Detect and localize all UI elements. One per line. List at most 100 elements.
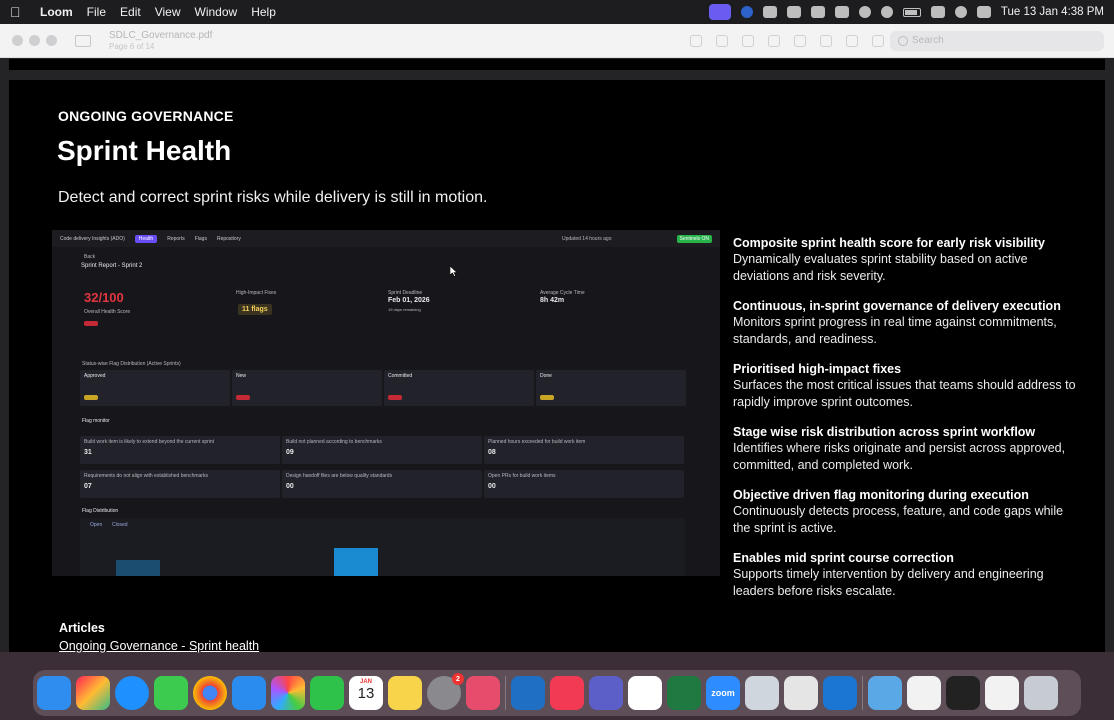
system-settings-icon[interactable]: 2 (427, 673, 464, 710)
section-eyebrow: ONGOING GOVERNANCE (58, 108, 234, 124)
zoom-in-icon[interactable] (742, 35, 754, 47)
menu-edit[interactable]: Edit (120, 5, 141, 19)
screenshot-column-done (536, 370, 686, 406)
menu-view[interactable]: View (155, 5, 181, 19)
pdf-page: ONGOING GOVERNANCE Sprint Health Detect … (9, 80, 1105, 653)
screenshot-monitor-label: Planned hours exceeded for build work it… (488, 439, 586, 445)
zoom-out-icon[interactable] (716, 35, 728, 47)
screenshot-nav-flags: Flags (194, 235, 207, 242)
feature-title: Continuous, in-sprint governance of deli… (733, 299, 1061, 313)
search-input[interactable]: Search (890, 31, 1104, 51)
minimized-window-thumbnail[interactable] (907, 676, 941, 710)
feature-item: Continuous, in-sprint governance of deli… (733, 298, 1083, 348)
spotlight-search-icon[interactable] (954, 6, 967, 18)
document-title-block: SDLC_Governance.pdf Page 6 of 14 (109, 30, 212, 52)
notes-icon[interactable] (388, 676, 422, 710)
feature-title: Composite sprint health score for early … (733, 236, 1045, 250)
close-window-button[interactable] (12, 35, 23, 46)
zoom-app-icon[interactable]: zoom (706, 676, 740, 710)
display-status-icon[interactable] (834, 6, 849, 18)
battery-icon[interactable] (902, 7, 921, 17)
menu-file[interactable]: File (87, 5, 106, 19)
screenshot-cycle-label: Average Cycle Time (540, 290, 585, 296)
wifi-icon[interactable] (930, 6, 945, 18)
minimize-window-button[interactable] (29, 35, 40, 46)
trash-icon[interactable] (1024, 676, 1058, 710)
music-icon[interactable] (550, 676, 584, 710)
zoom-window-button[interactable] (46, 35, 57, 46)
excel-icon[interactable] (667, 676, 701, 710)
menu-clock[interactable]: Tue 13 Jan 4:38 PM (1001, 6, 1104, 18)
safari-icon[interactable] (115, 676, 149, 710)
screenshot-committed-badge (388, 395, 402, 400)
iphone-mirroring-icon[interactable] (466, 676, 500, 710)
loom-status-icon[interactable] (708, 4, 731, 20)
screenshot-score-label: Overall Health Score (84, 309, 131, 315)
sidebar-toggle-icon[interactable] (75, 34, 91, 47)
viewer-toolbar (690, 35, 884, 47)
slack-icon[interactable] (628, 676, 662, 710)
feature-list: Composite sprint health score for early … (733, 235, 1083, 613)
launchpad-icon[interactable] (76, 676, 110, 710)
feature-body: Supports timely intervention by delivery… (733, 567, 1044, 598)
screenshot-status-pill: Sentinels ON (676, 234, 712, 243)
mail-icon[interactable] (232, 676, 266, 710)
screenshot-deadline-sub: 19 days remaining (388, 307, 421, 312)
grammarly-status-icon[interactable] (762, 6, 777, 18)
pdf-viewer-window: SDLC_Governance.pdf Page 6 of 14 Search … (0, 24, 1114, 653)
messages-icon[interactable] (154, 676, 188, 710)
screenshot-app-title: Code delivery Insights (ADO) (60, 235, 125, 242)
viewer-titlebar: SDLC_Governance.pdf Page 6 of 14 Search (0, 24, 1114, 58)
minimized-window-thumbnail[interactable] (985, 676, 1019, 710)
finder-icon[interactable] (37, 676, 71, 710)
control-center-icon[interactable] (976, 6, 991, 18)
article-link[interactable]: Ongoing Governance - Sprint health (59, 639, 259, 653)
feature-body: Identifies where risks originate and per… (733, 441, 1066, 472)
focus-moon-icon[interactable] (858, 6, 871, 18)
photos-icon[interactable] (271, 676, 305, 710)
screenshot-column-approved-label: Approved (84, 373, 106, 379)
screenshot-chart-bar (334, 548, 378, 576)
screenshot-new-badge (236, 395, 250, 400)
screenshot-monitor-label: Open PRs for build work items (488, 473, 556, 479)
record-status-icon[interactable] (740, 6, 753, 18)
screenshot-monitor-value: 08 (488, 449, 496, 456)
info-icon[interactable] (690, 35, 702, 47)
screenshot-flag-distribution-label: Flag Distribution (82, 508, 119, 514)
play-status-icon[interactable] (880, 6, 893, 18)
document-title[interactable]: SDLC_Governance.pdf (109, 30, 212, 41)
screenshot-column-committed-label: Committed (388, 373, 413, 379)
markup-pen-icon[interactable] (794, 35, 806, 47)
share-status-icon[interactable] (810, 6, 825, 18)
menu-app-name[interactable]: Loom (40, 5, 73, 19)
minimized-window-thumbnail[interactable] (946, 676, 980, 710)
screenshot-high-impact-value: 11 flags (238, 304, 272, 315)
rotate-icon[interactable] (846, 35, 858, 47)
preview-icon[interactable] (745, 676, 779, 710)
printer-icon[interactable] (784, 676, 818, 710)
calendar-icon[interactable]: JAN 13 (349, 676, 383, 710)
previous-page-edge (9, 59, 1105, 70)
screenshot-deadline-value: Feb 01, 2026 (388, 297, 430, 304)
clipboard-status-icon[interactable] (786, 6, 801, 18)
screenshot-nav-health: Health (134, 234, 158, 243)
screenshot-column-done-label: Done (540, 373, 552, 379)
window-resize-icon[interactable] (820, 35, 832, 47)
form-fill-icon[interactable] (872, 35, 884, 47)
apple-menu-icon[interactable]:  (10, 4, 22, 20)
feature-item: Prioritised high-impact fixes Surfaces t… (733, 361, 1083, 411)
vscode-icon[interactable] (511, 676, 545, 710)
chrome-icon[interactable] (193, 676, 227, 710)
menu-help[interactable]: Help (251, 5, 276, 19)
page-subtitle: Detect and correct sprint risks while de… (58, 189, 488, 206)
feature-title: Enables mid sprint course correction (733, 551, 954, 565)
share-icon[interactable] (768, 35, 780, 47)
menu-window[interactable]: Window (195, 5, 238, 19)
downloads-folder-icon[interactable] (868, 676, 902, 710)
teams-icon[interactable] (589, 676, 623, 710)
screenshot-distribution-label: Status-wise Flag Distribution (Active Sp… (82, 361, 181, 367)
feature-item: Enables mid sprint course correction Sup… (733, 550, 1083, 600)
facetime-icon[interactable] (310, 676, 344, 710)
feature-title: Objective driven flag monitoring during … (733, 488, 1029, 502)
app-store-like-icon[interactable] (823, 676, 857, 710)
